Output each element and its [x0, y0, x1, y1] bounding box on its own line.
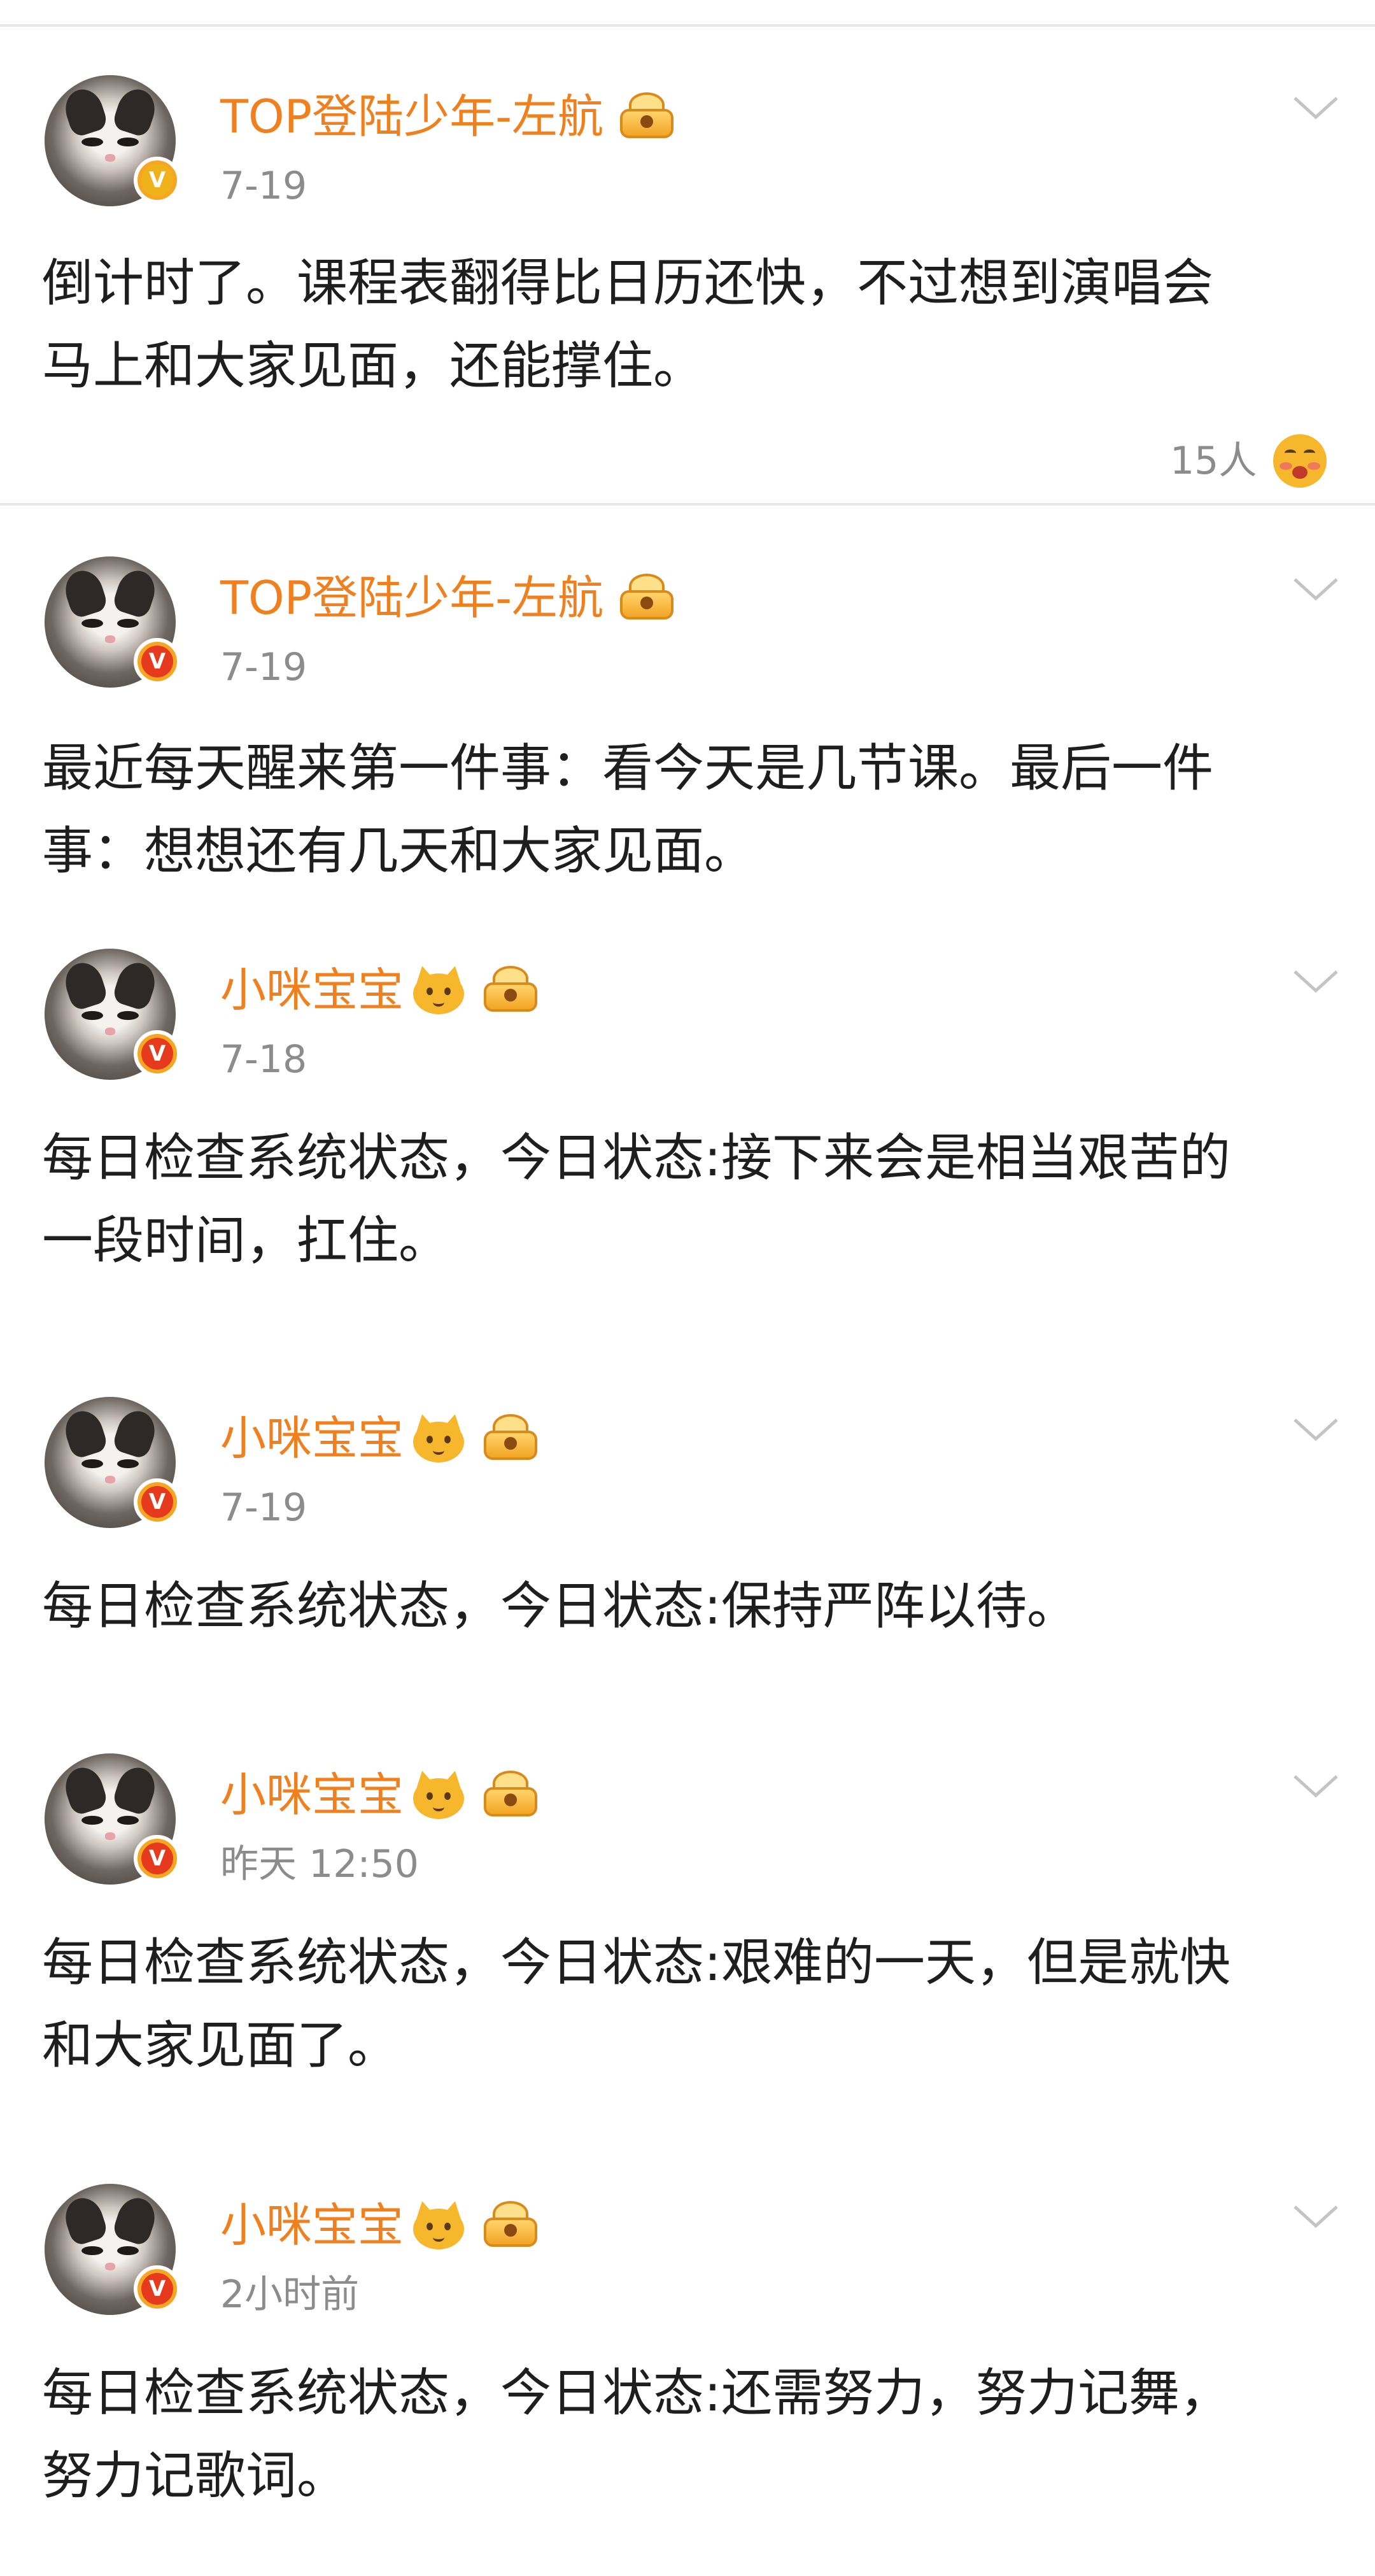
verified-badge-icon: V: [134, 157, 181, 204]
author-name-text[interactable]: 小咪宝宝: [220, 1766, 404, 1823]
cat-face-emoji-icon: [410, 963, 467, 1016]
content-line: 马上和大家见面，还能撑住。: [42, 336, 704, 395]
author-name-text[interactable]: TOP登陆少年-左航: [220, 569, 603, 626]
post-content: 倒计时了。课程表翻得比日历还快，不过想到演唱会 马上和大家见面，还能撑住。: [42, 242, 1341, 407]
post-content: 每日检查系统状态，今日状态:还需努力，努力记舞， 努力记歌词。: [42, 2352, 1341, 2517]
crown-badge-icon: [615, 571, 679, 625]
post-date: 7-19: [220, 645, 307, 690]
verified-badge-icon: V: [134, 1478, 181, 1525]
post-content: 每日检查系统状态，今日状态:艰难的一天，但是就快 和大家见面了。: [42, 1921, 1341, 2087]
top-divider: [0, 24, 1375, 27]
author-name[interactable]: 小咪宝宝: [220, 2197, 542, 2254]
verified-badge-icon: V: [134, 1030, 181, 1077]
chevron-down-icon[interactable]: [1291, 88, 1341, 126]
verified-badge-icon: V: [134, 638, 181, 685]
cat-face-emoji-icon: [410, 1412, 467, 1464]
author-name-text[interactable]: 小咪宝宝: [220, 1410, 404, 1467]
post-divider: [0, 503, 1375, 506]
author-name[interactable]: 小咪宝宝: [220, 1766, 542, 1823]
crown-badge-icon: [479, 1412, 542, 1465]
post-date: 昨天 12:50: [220, 1842, 419, 1886]
content-line: 和大家见面了。: [42, 2016, 398, 2075]
verified-badge-icon: V: [134, 1835, 181, 1882]
post-content: 最近每天醒来第一件事：看今天是几节课。最后一件 事：想想还有几天和大家见面。: [42, 727, 1341, 893]
content-line: 一段时间，扛住。: [42, 1211, 449, 1270]
content-line: 每日检查系统状态，今日状态:保持严阵以待。: [42, 1576, 1078, 1636]
reaction-count[interactable]: 15人: [1170, 434, 1327, 488]
post-date: 2小时前: [220, 2272, 360, 2317]
content-line: 每日检查系统状态，今日状态:还需努力，努力记舞，: [42, 2363, 1230, 2423]
chevron-down-icon[interactable]: [1291, 1410, 1341, 1448]
chevron-down-icon[interactable]: [1291, 961, 1341, 1000]
author-name[interactable]: 小咪宝宝: [220, 961, 542, 1019]
crown-badge-icon: [479, 2198, 542, 2252]
reaction-count-text: 15人: [1170, 439, 1257, 483]
author-name[interactable]: 小咪宝宝: [220, 1410, 542, 1467]
author-name[interactable]: TOP登陆少年-左航: [220, 88, 679, 145]
avatar[interactable]: V: [45, 1397, 181, 1531]
chevron-down-icon[interactable]: [1291, 569, 1341, 607]
chevron-down-icon[interactable]: [1291, 2197, 1341, 2235]
avatar[interactable]: V: [45, 75, 181, 209]
crown-badge-icon: [479, 963, 542, 1017]
content-line: 最近每天醒来第一件事：看今天是几节课。最后一件: [42, 739, 1213, 798]
avatar[interactable]: V: [45, 1753, 181, 1887]
content-line: 努力记歌词。: [42, 2446, 348, 2505]
chevron-down-icon[interactable]: [1291, 1766, 1341, 1804]
reaction-emoji-icon: [1273, 434, 1327, 488]
content-line: 事：想想还有几天和大家见面。: [42, 821, 755, 881]
post-content: 每日检查系统状态，今日状态:接下来会是相当艰苦的 一段时间，扛住。: [42, 1117, 1341, 1282]
avatar[interactable]: V: [45, 556, 181, 690]
author-name-text[interactable]: 小咪宝宝: [220, 2197, 404, 2254]
cat-face-emoji-icon: [410, 2198, 467, 2251]
content-line: 每日检查系统状态，今日状态:接下来会是相当艰苦的: [42, 1128, 1230, 1187]
author-name-text[interactable]: 小咪宝宝: [220, 961, 404, 1019]
crown-badge-icon: [479, 1768, 542, 1822]
crown-badge-icon: [615, 90, 679, 143]
verified-badge-icon: V: [134, 2265, 181, 2312]
cat-face-emoji-icon: [410, 1768, 467, 1820]
post-date: 7-19: [220, 1485, 307, 1530]
avatar[interactable]: V: [45, 2184, 181, 2318]
post-date: 7-19: [220, 164, 307, 208]
author-name[interactable]: TOP登陆少年-左航: [220, 569, 679, 626]
avatar[interactable]: V: [45, 949, 181, 1082]
post-date: 7-18: [220, 1037, 307, 1082]
post-content: 每日检查系统状态，今日状态:保持严阵以待。: [42, 1565, 1341, 1648]
content-line: 倒计时了。课程表翻得比日历还快，不过想到演唱会: [42, 253, 1213, 313]
content-line: 每日检查系统状态，今日状态:艰难的一天，但是就快: [42, 1933, 1230, 1992]
author-name-text[interactable]: TOP登陆少年-左航: [220, 88, 603, 145]
